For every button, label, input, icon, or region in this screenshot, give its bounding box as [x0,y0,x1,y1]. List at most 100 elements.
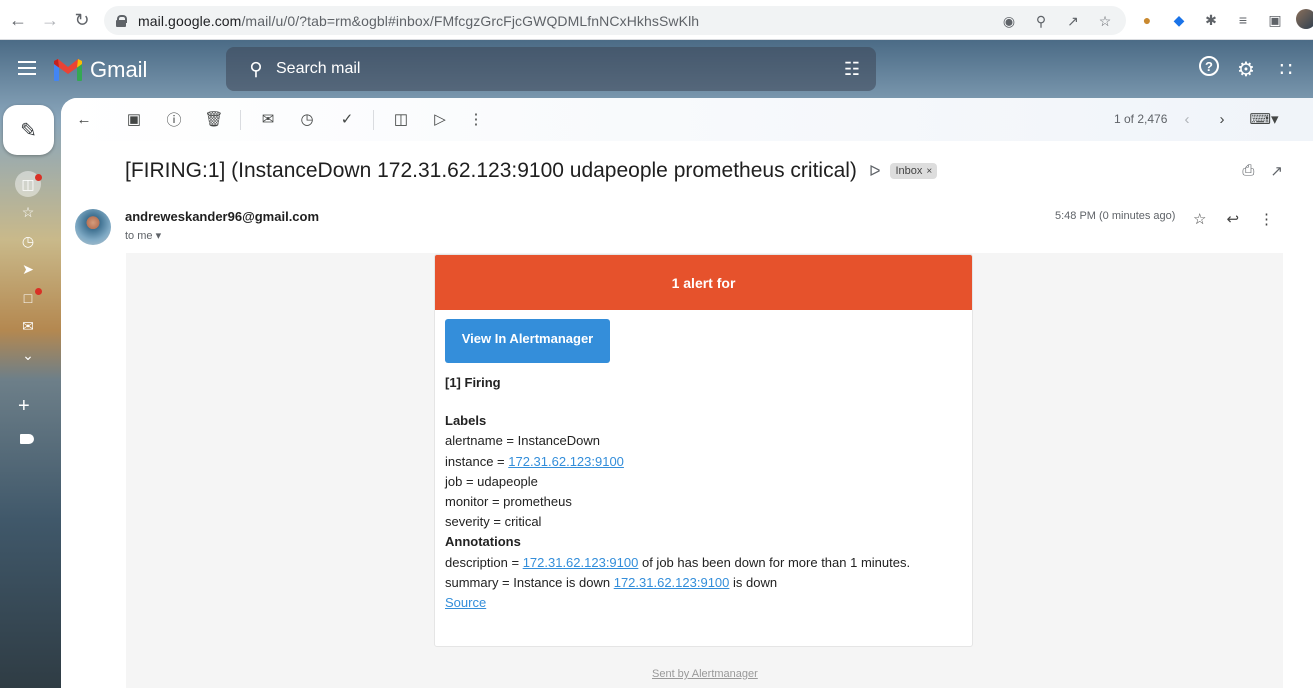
summary-prefix: summary = Instance is down [445,574,614,590]
alert-header: 1 alert for [435,255,972,310]
cookie-extension-icon[interactable]: ● [1136,9,1158,31]
all-mail-nav-icon[interactable]: ✉ [10,313,46,342]
apps-grid-icon[interactable]: ∷ [1273,56,1299,82]
help-icon[interactable]: ? [1199,56,1219,76]
add-to-tasks-icon[interactable]: ✓ [337,109,357,129]
share-icon[interactable]: ↗ [1062,10,1084,32]
eye-icon[interactable]: ◉ [998,10,1020,32]
message-panel: ← ▣ ⓘ 🗑 ✉ ◷ ✓ ◫ ▷ ⋮ 1 of 2,476 ‹ › ⌨▾ [F… [61,98,1313,688]
settings-gear-icon[interactable]: ⚙ [1233,56,1259,82]
sender-email[interactable]: andreweskander96@gmail.com [125,209,319,224]
extension-icon[interactable]: ◆ [1168,9,1190,31]
lock-icon [116,14,127,27]
sent-by-alertmanager-link[interactable]: Sent by Alertmanager [652,668,758,680]
snooze-clock-icon[interactable]: ◷ [297,109,317,129]
summary-instance-link[interactable]: 172.31.62.123:9100 [614,575,730,590]
label-job: job = udapeople [445,473,538,489]
label-instance: instance = 172.31.62.123:9100 [445,452,962,472]
star-icon[interactable]: ☆ [1193,210,1206,228]
summary-suffix: is down [729,574,778,590]
importance-marker-icon[interactable]: ᐅ [869,162,881,180]
message-toolbar: ← ▣ ⓘ 🗑 ✉ ◷ ✓ ◫ ▷ ⋮ 1 of 2,476 ‹ › ⌨▾ [61,98,1313,141]
newer-chevron-left-icon[interactable]: ‹ [1177,109,1197,129]
alert-header-text: 1 alert for [671,274,736,291]
gmail-logo-text: Gmail [90,57,148,82]
label-severity: severity = critical [445,514,542,530]
compose-button[interactable]: ✎ [3,105,54,155]
alert-content: View In Alertmanager [1] Firing Labels a… [435,310,972,622]
alert-card: 1 alert for View In Alertmanager [1] Fir… [434,254,973,647]
message-subject: [FIRING:1] (InstanceDown 172.31.62.123:9… [125,159,857,182]
zoom-icon[interactable]: ⚲ [1030,10,1052,32]
report-spam-icon[interactable]: ⓘ [164,109,184,129]
search-icon[interactable]: ⚲ [236,59,276,80]
firing-title: [1] Firing [445,375,501,390]
open-new-window-icon[interactable]: ↗ [1270,162,1283,180]
main-menu-icon[interactable] [18,61,36,75]
profile-avatar[interactable] [1296,9,1313,29]
remove-label-close-icon[interactable]: × [926,166,932,177]
subject-row: [FIRING:1] (InstanceDown 172.31.62.123:9… [125,159,938,183]
description-instance-link[interactable]: 172.31.62.123:9100 [523,555,639,570]
sent-nav-icon[interactable]: ➤ [10,256,46,285]
source-link[interactable]: Source [445,595,486,610]
label-tag-icon[interactable]: ▷ [430,109,450,129]
annotation-description: description = 172.31.62.123:9100 of job … [445,553,962,573]
input-tools-keyboard-icon[interactable]: ⌨▾ [1249,109,1279,129]
search-options-icon[interactable]: ☷ [844,59,860,80]
instance-link[interactable]: 172.31.62.123:9100 [508,454,624,469]
side-panel-icon[interactable]: ▣ [1264,9,1286,31]
bookmark-star-icon[interactable]: ☆ [1094,10,1116,32]
more-vert-icon[interactable]: ⋮ [466,109,486,129]
back-to-inbox-icon[interactable]: ← [74,109,94,129]
reload-icon[interactable]: ↻ [66,4,98,36]
gmail-header: Gmail ⚲ Search mail ☷ ? ⚙ ∷ [0,40,1313,98]
instance-prefix: instance = [445,453,509,469]
left-nav-rail: ◫ ☆ ◷ ➤ □ ✉ ⌄ [10,170,46,370]
more-chevron-down-icon[interactable]: ⌄ [10,341,46,370]
drafts-dot [35,288,42,295]
snoozed-nav-icon[interactable]: ◷ [10,227,46,256]
mark-unread-icon[interactable]: ✉ [258,109,278,129]
gmail-m-icon [54,59,82,81]
browser-toolbar: ← → ↻ mail.google.com/mail/u/0/?tab=rm&o… [0,0,1313,40]
sender-avatar[interactable] [75,209,111,245]
message-time: 5:48 PM (0 minutes ago) [1055,210,1176,222]
archive-icon[interactable]: ▣ [124,109,144,129]
address-bar[interactable]: mail.google.com/mail/u/0/?tab=rm&ogbl#in… [104,6,1126,35]
forward-icon[interactable]: → [34,4,66,36]
more-vert-message-icon[interactable]: ⋮ [1259,210,1274,228]
delete-trash-icon[interactable]: 🗑 [204,109,224,129]
recipient-details[interactable]: to me ▾ [125,229,161,242]
label-icon[interactable] [20,434,34,444]
print-icon[interactable]: ⎙ [1242,162,1254,180]
to-me-text: to me [125,230,153,242]
description-suffix: of job has been down for more than 1 min… [638,554,911,570]
inbox-nav-icon[interactable]: ◫ [10,170,46,199]
annotations-title: Annotations [445,534,521,550]
older-chevron-right-icon[interactable]: › [1212,109,1232,129]
puzzle-icon[interactable]: ✱ [1200,9,1222,31]
starred-nav-icon[interactable]: ☆ [10,199,46,228]
search-bar[interactable]: ⚲ Search mail ☷ [226,47,876,91]
caret-down-icon[interactable]: ▾ [156,230,162,242]
scrollbar[interactable] [1300,141,1313,688]
description-prefix: description = [445,554,523,570]
view-in-alertmanager-button[interactable]: View In Alertmanager [445,319,610,363]
reading-list-icon[interactable]: ≡ [1232,9,1254,31]
search-input[interactable]: Search mail [276,60,360,78]
drafts-nav-icon[interactable]: □ [10,284,46,313]
inbox-label-text: Inbox [895,165,923,177]
annotation-summary: summary = Instance is down 172.31.62.123… [445,573,962,593]
gmail-logo[interactable]: Gmail [54,57,147,83]
toolbar-divider [373,110,374,130]
move-to-folder-icon[interactable]: ◫ [391,109,411,129]
reply-icon[interactable]: ↩ [1226,210,1239,228]
back-icon[interactable]: ← [2,4,34,36]
inbox-label-chip[interactable]: Inbox × [890,163,938,179]
unread-dot [35,174,42,181]
toolbar-divider [240,110,241,130]
pager-count: 1 of 2,476 [1114,112,1168,126]
label-alertname: alertname = InstanceDown [445,433,601,449]
create-label-plus-icon[interactable]: + [18,395,30,418]
